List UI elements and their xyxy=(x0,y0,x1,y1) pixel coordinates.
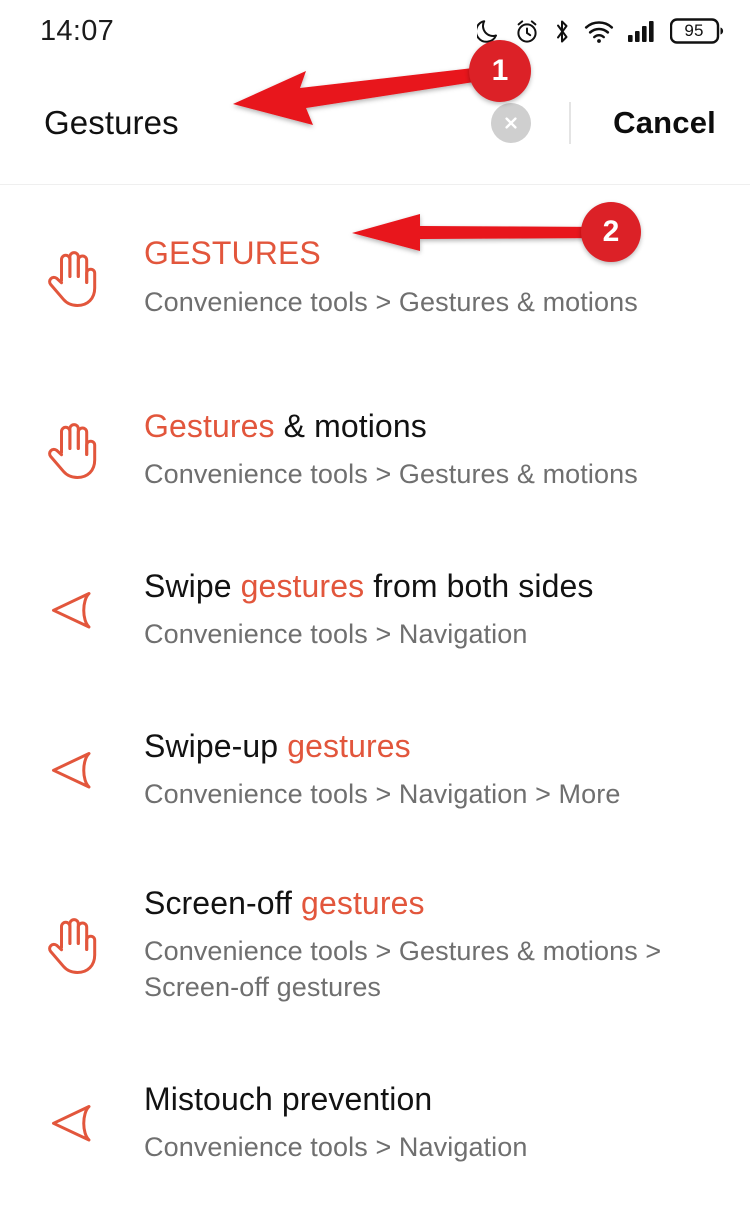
result-title-match: gestures xyxy=(287,727,411,764)
search-header: Gestures Cancel xyxy=(0,62,750,184)
phone-screen: 14:07 95 Gestures Cancel GESTURES Conven… xyxy=(0,0,750,1206)
status-bar-icons: 95 xyxy=(477,18,724,45)
result-breadcrumb: Convenience tools > Navigation xyxy=(144,1132,528,1163)
result-breadcrumb: Convenience tools > Navigation xyxy=(144,619,528,650)
cellular-signal-icon xyxy=(627,18,657,44)
result-text-block: GESTURES Convenience tools > Gestures & m… xyxy=(144,234,722,321)
clear-search-button[interactable] xyxy=(491,103,532,143)
result-title: Swipe-up gestures xyxy=(144,727,712,767)
result-title-plain: & motions xyxy=(274,407,427,444)
result-breadcrumb: Convenience tools > Gestures & motions xyxy=(144,286,638,317)
result-title: Swipe gestures from both sides xyxy=(144,567,712,607)
result-title-match: Gestures xyxy=(144,407,275,444)
result-breadcrumb: Convenience tools > Gestures & motions xyxy=(144,459,638,490)
search-result-item[interactable]: Swipe gestures from both sides Convenienc… xyxy=(0,530,750,690)
search-result-item[interactable]: Mistouch prevention Convenience tools > N… xyxy=(0,1040,750,1206)
result-title-plain: Mistouch prevention xyxy=(144,1080,433,1117)
search-input[interactable]: Gestures xyxy=(44,104,491,142)
hand-icon xyxy=(0,914,144,976)
result-title-plain: Screen-off xyxy=(144,884,302,921)
back-triangle-icon xyxy=(0,741,144,799)
hand-icon xyxy=(0,247,144,309)
search-result-item[interactable]: Gestures & motions Convenience tools > Ge… xyxy=(0,370,750,530)
result-text-block: Screen-off gestures Convenience tools > G… xyxy=(144,884,722,1006)
result-title-match: gestures xyxy=(301,884,425,921)
result-title: Gestures & motions xyxy=(144,407,712,447)
result-title: Mistouch prevention xyxy=(144,1080,712,1120)
result-title: Screen-off gestures xyxy=(144,884,712,924)
alarm-clock-icon xyxy=(514,18,540,45)
bluetooth-icon xyxy=(553,18,571,45)
wifi-icon xyxy=(584,18,614,45)
dnd-moon-icon xyxy=(477,18,501,44)
result-title-plain: Swipe-up xyxy=(144,727,288,764)
status-bar: 14:07 95 xyxy=(0,0,750,62)
result-title-plain: Swipe xyxy=(144,567,241,604)
result-text-block: Swipe gestures from both sides Convenienc… xyxy=(144,567,722,654)
hand-icon xyxy=(0,419,144,481)
close-icon xyxy=(501,113,521,133)
result-text-block: Gestures & motions Convenience tools > Ge… xyxy=(144,407,722,494)
result-title-match: GESTURES xyxy=(144,235,321,272)
back-triangle-icon xyxy=(0,581,144,639)
result-title-plain: from both sides xyxy=(364,567,594,604)
result-breadcrumb: Convenience tools > Navigation > More xyxy=(144,779,621,810)
result-text-block: Mistouch prevention Convenience tools > N… xyxy=(144,1080,722,1167)
result-breadcrumb: Convenience tools > Gestures & motions >… xyxy=(144,936,662,1003)
back-triangle-icon xyxy=(0,1094,144,1152)
battery-level-label: 95 xyxy=(684,21,704,40)
cancel-button[interactable]: Cancel xyxy=(571,105,726,141)
search-result-item[interactable]: GESTURES Convenience tools > Gestures & m… xyxy=(0,185,750,370)
result-title-match: gestures xyxy=(240,567,365,604)
result-title: GESTURES xyxy=(144,234,712,274)
search-result-item[interactable]: Swipe-up gestures Convenience tools > Nav… xyxy=(0,690,750,850)
status-bar-clock: 14:07 xyxy=(40,14,115,47)
battery-icon: 95 xyxy=(670,18,724,44)
search-results-list: GESTURES Convenience tools > Gestures & m… xyxy=(0,185,750,1206)
result-text-block: Swipe-up gestures Convenience tools > Nav… xyxy=(144,727,722,814)
search-result-item[interactable]: Screen-off gestures Convenience tools > G… xyxy=(0,850,750,1040)
